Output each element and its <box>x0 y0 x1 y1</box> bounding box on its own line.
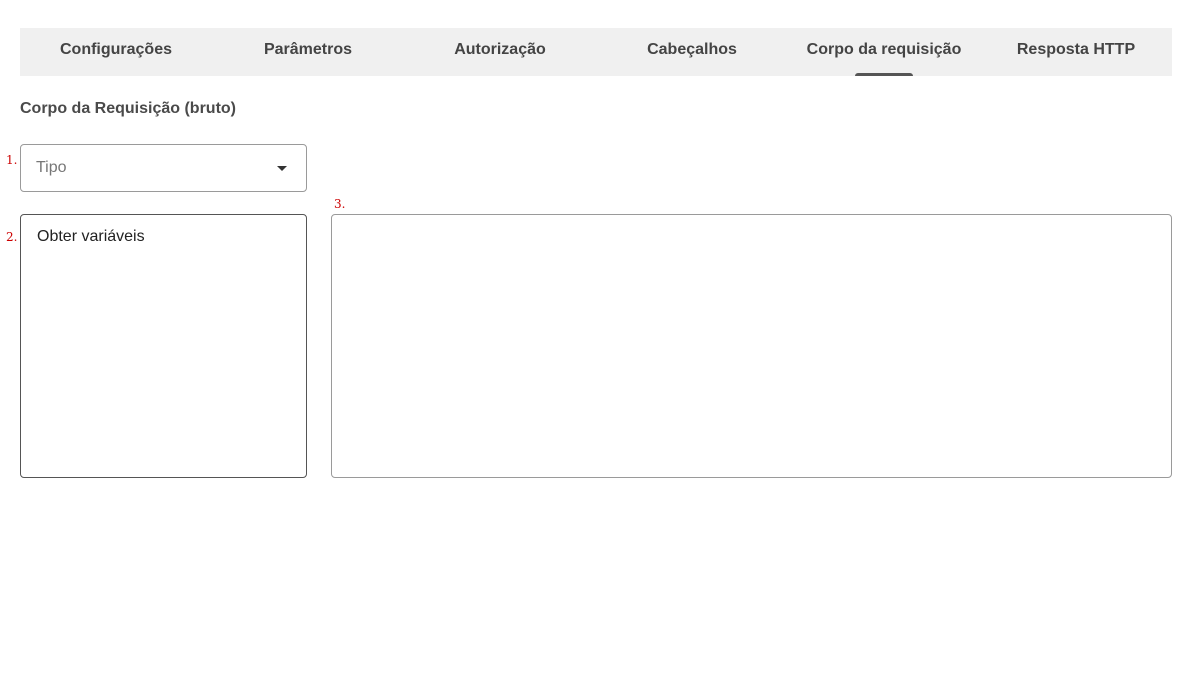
tab-label: Parâmetros <box>263 41 353 58</box>
type-select-placeholder: Tipo <box>36 159 67 176</box>
tab-cabecalhos[interactable]: Cabeçalhos <box>596 28 788 76</box>
variables-panel: Obter variáveis <box>20 214 307 478</box>
annotation-marker-1: 1. <box>6 153 18 167</box>
type-select[interactable]: Tipo <box>20 144 307 192</box>
arrow-drop-down-icon <box>277 166 287 171</box>
request-body-editor[interactable] <box>331 214 1172 478</box>
annotation-marker-3: 3. <box>334 197 346 211</box>
tab-bar: Configurações Parâmetros Autorização Cab… <box>20 28 1172 76</box>
tab-label: Cabeçalhos <box>647 41 737 58</box>
tab-autorizacao[interactable]: Autorização <box>404 28 596 76</box>
tab-label: Configurações <box>59 41 172 58</box>
get-variables-item[interactable]: Obter variáveis <box>37 228 290 246</box>
tab-label: Resposta HTTP <box>1016 41 1136 58</box>
tab-label: Autorização <box>454 41 546 58</box>
tab-resposta-http[interactable]: Resposta HTTP <box>980 28 1172 76</box>
tab-label: Corpo da requisição <box>806 41 962 58</box>
tab-corpo-da-requisicao[interactable]: Corpo da requisição <box>788 28 980 76</box>
section-title: Corpo da Requisição (bruto) <box>20 100 236 117</box>
annotation-marker-2: 2. <box>6 230 18 244</box>
active-tab-indicator <box>855 73 913 76</box>
tab-parametros[interactable]: Parâmetros <box>212 28 404 76</box>
tab-configuracoes[interactable]: Configurações <box>20 28 212 76</box>
